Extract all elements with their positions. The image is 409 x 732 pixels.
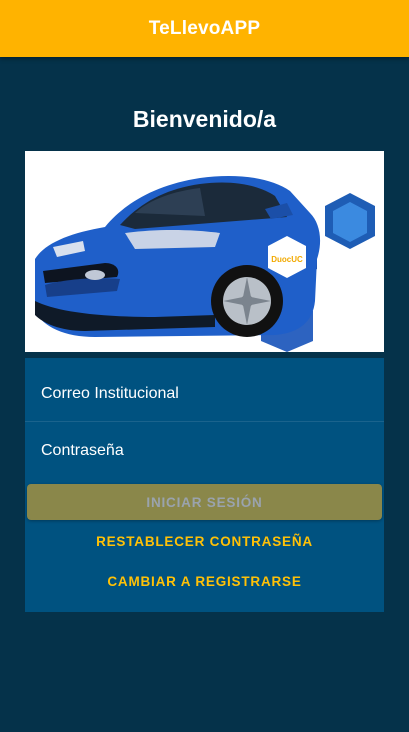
email-field[interactable]: Correo Institucional — [25, 366, 384, 422]
welcome-heading: Bienvenido/a — [132, 106, 277, 132]
login-form: Correo Institucional Contraseña INICIAR … — [25, 358, 384, 612]
app-toolbar: TeLlevoAPP — [0, 0, 409, 57]
login-button-label: INICIAR SESIÓN — [146, 494, 263, 510]
duoc-logo: DuocUC — [271, 255, 303, 264]
password-field[interactable]: Contraseña — [25, 423, 384, 479]
car-illustration: DuocUC — [25, 151, 384, 352]
app-title: TeLlevoAPP — [148, 17, 261, 39]
switch-to-register-button[interactable]: CAMBIAR A REGISTRARSE — [25, 566, 384, 596]
switch-to-register-label: CAMBIAR A REGISTRARSE — [107, 573, 302, 589]
reset-password-label: RESTABLECER CONTRASEÑA — [96, 533, 313, 549]
email-label: Correo Institucional — [41, 384, 179, 402]
car-headlight — [125, 230, 220, 249]
password-label: Contraseña — [41, 442, 124, 459]
login-button[interactable]: INICIAR SESIÓN — [27, 484, 382, 520]
reset-password-button[interactable]: RESTABLECER CONTRASEÑA — [25, 526, 384, 556]
hero-car-image: DuocUC — [25, 151, 384, 352]
